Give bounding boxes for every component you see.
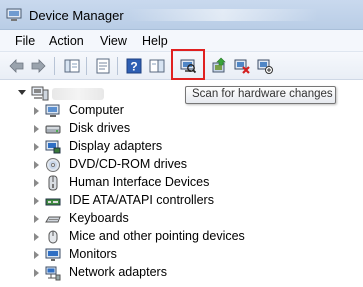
tree-node-label: Network adapters xyxy=(69,265,167,279)
tree-node-label: Human Interface Devices xyxy=(69,175,210,189)
menu-file[interactable]: File xyxy=(15,34,35,48)
expand-arrow-icon[interactable] xyxy=(34,215,39,223)
expand-arrow-icon[interactable] xyxy=(34,269,39,277)
toolbar-separator xyxy=(86,57,87,75)
properties-icon[interactable] xyxy=(94,57,112,75)
network-adapter-icon xyxy=(45,266,61,281)
computer-root-icon xyxy=(31,86,49,101)
toolbar-separator xyxy=(54,57,55,75)
computer-name-redacted xyxy=(52,88,104,100)
collapse-arrow-icon[interactable] xyxy=(18,90,26,95)
forward-arrow-icon[interactable] xyxy=(29,57,47,75)
back-arrow-icon[interactable] xyxy=(8,57,26,75)
expand-arrow-icon[interactable] xyxy=(34,161,39,169)
tree-node-label: Computer xyxy=(69,103,124,117)
tree-node-label: Keyboards xyxy=(69,211,129,225)
disk-drive-icon xyxy=(45,125,61,134)
keyboard-icon xyxy=(45,216,61,223)
menu-view[interactable]: View xyxy=(100,34,127,48)
help-icon[interactable]: ? xyxy=(125,57,143,75)
dvd-drive-icon xyxy=(46,158,60,172)
computer-icon xyxy=(45,104,60,117)
tree-node-label: Display adapters xyxy=(69,139,163,153)
expand-arrow-icon[interactable] xyxy=(34,251,39,259)
toolbar-separator xyxy=(117,57,118,75)
tree-node-label: DVD/CD-ROM drives xyxy=(69,157,188,171)
expand-arrow-icon[interactable] xyxy=(34,179,39,187)
expand-arrow-icon[interactable] xyxy=(34,233,39,241)
tree-node-label: Disk drives xyxy=(69,121,131,135)
svg-text:?: ? xyxy=(130,60,137,74)
window-title: Device Manager xyxy=(29,8,124,23)
ide-controller-icon xyxy=(45,198,61,206)
uninstall-icon[interactable] xyxy=(233,57,251,75)
scan-hardware-highlight xyxy=(171,49,205,80)
menu-action[interactable]: Action xyxy=(49,34,84,48)
title-bar: Device Manager xyxy=(0,0,363,30)
menu-help[interactable]: Help xyxy=(142,34,168,48)
scan-hardware-tooltip: Scan for hardware changes xyxy=(185,86,336,104)
expand-arrow-icon[interactable] xyxy=(34,107,39,115)
tree-node-label: Mice and other pointing devices xyxy=(69,229,245,243)
tree-node-label: Monitors xyxy=(69,247,117,261)
hid-icon xyxy=(48,175,58,191)
action-pane-icon[interactable] xyxy=(148,57,166,75)
display-adapter-icon xyxy=(45,140,61,154)
update-driver-icon[interactable] xyxy=(210,57,228,75)
monitor-icon xyxy=(45,248,61,261)
show-hide-console-tree-icon[interactable] xyxy=(63,57,81,75)
device-manager-app-icon xyxy=(6,8,22,21)
tree-node-label: IDE ATA/ATAPI controllers xyxy=(69,193,214,207)
device-tree: Computer Disk drives Display adapters DV… xyxy=(0,81,363,287)
disable-icon[interactable] xyxy=(256,57,274,75)
expand-arrow-icon[interactable] xyxy=(34,125,39,133)
expand-arrow-icon[interactable] xyxy=(34,197,39,205)
mouse-icon xyxy=(48,230,58,244)
title-watermark xyxy=(128,9,318,21)
expand-arrow-icon[interactable] xyxy=(34,143,39,151)
